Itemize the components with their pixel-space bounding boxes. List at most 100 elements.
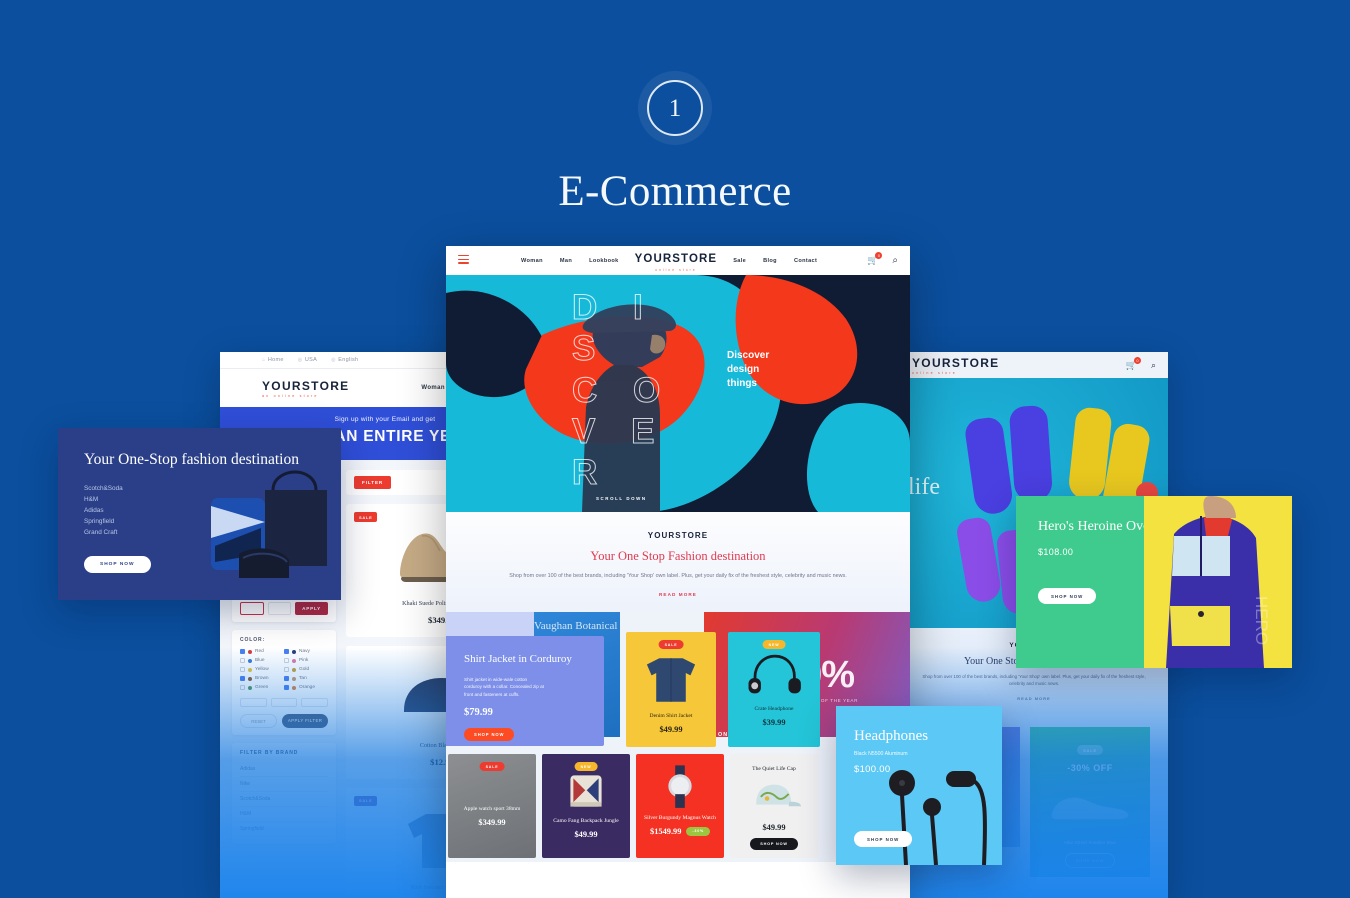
hero-nav-blog[interactable]: Blog [763, 258, 777, 264]
hero-nav-man[interactable]: Man [560, 258, 572, 264]
jacket-shop-button[interactable]: SHOP NOW [1038, 588, 1097, 605]
tile-denim-shirt-jacket[interactable]: SALE Denim Shirt Jacket $49.99 [626, 632, 716, 748]
cart-count-badge: 0 [1133, 356, 1141, 364]
color-option-tan[interactable]: Tan [284, 676, 328, 681]
color-checkbox[interactable] [284, 649, 289, 654]
shop-logo[interactable]: YOURSTORE an online store [262, 379, 350, 398]
hero-nav-lookbook[interactable]: Lookbook [589, 258, 619, 264]
brand-option-hm[interactable]: H&M [240, 807, 328, 822]
color-checkbox[interactable] [284, 658, 289, 663]
tile-price: $1549.99 [650, 826, 682, 836]
search-icon[interactable]: ⌕ [1151, 360, 1156, 371]
brand-option-adidas[interactable]: Adidas [240, 762, 328, 777]
color-checkbox[interactable] [284, 685, 289, 690]
about-readmore-link[interactable]: READ MORE [508, 592, 848, 597]
tile-magnus-watch[interactable]: Silver Burgundy Magnus Watch $1549.99 -3… [636, 754, 724, 859]
scroll-down-label[interactable]: SCROLL DOWN [596, 496, 647, 501]
color-option-red[interactable]: Red [240, 649, 284, 654]
onestop-shop-button[interactable]: SHOP NOW [84, 555, 151, 573]
price-min-input[interactable] [240, 602, 264, 615]
brand-option-springfield[interactable]: Springfield [240, 822, 328, 837]
color-label: Red [255, 649, 264, 654]
price-apply-button[interactable]: APPLY [295, 602, 328, 615]
color-swatch [292, 649, 296, 654]
feature-card-body: Shirt jacket in wide-wale cotton corduro… [464, 676, 544, 697]
color-option-brown[interactable]: Brown [240, 676, 284, 681]
color-checkbox[interactable] [240, 685, 245, 690]
reset-filter-button[interactable]: RESET [240, 714, 278, 728]
color-swatch [248, 649, 252, 654]
color-option-orange[interactable]: Orange [284, 685, 328, 690]
shop-nav-woman[interactable]: Woman [421, 385, 445, 391]
hero-navbar: Woman Man Lookbook YOURSTORE online stor… [446, 246, 910, 275]
sale-shop-button[interactable]: SHOP NOW [1064, 852, 1116, 868]
sneaker-about-readmore[interactable]: READ MORE [914, 696, 1154, 701]
brand-option-nike[interactable]: Nike [240, 777, 328, 792]
color-option-navy[interactable]: Navy [284, 649, 328, 654]
apply-filter-button[interactable]: APPLY FILTER [282, 714, 328, 728]
color-option-gold[interactable]: Gold [284, 667, 328, 672]
sneaker-logo[interactable]: YOURSTORE online store [912, 356, 1000, 375]
svg-text:HERO: HERO [1252, 596, 1271, 645]
price-max-input[interactable] [267, 602, 292, 615]
color-option-yellow[interactable]: Yellow [240, 667, 284, 672]
cart-count-badge: 0 [875, 252, 883, 259]
card-hero-heroine-jacket[interactable]: Hero's Heroine Overhead Jacket With Hood… [1016, 496, 1292, 668]
size-pill[interactable] [301, 698, 329, 707]
tile-shop-button[interactable]: SHOP NOW [750, 838, 798, 851]
headphones-shop-button[interactable]: SHOP NOW [854, 831, 913, 847]
tile-name: Camo Fang Backpack Jungle [553, 818, 619, 825]
filter-button[interactable]: FILTER [354, 476, 392, 489]
tile-quiet-life-cap[interactable]: The Quiet Life Cap $49.99 SHOP NOW [730, 754, 818, 859]
hero-caption: Discover design things [727, 349, 769, 392]
color-option-green[interactable]: Green [240, 685, 284, 690]
tile-badge: SALE [479, 762, 505, 772]
size-pill[interactable] [270, 698, 298, 707]
cart-icon[interactable]: 🛒 0 [867, 252, 883, 266]
sale-card-discount[interactable]: SALE -30% OFF Nike Street Sneaker Blue S… [1030, 726, 1150, 877]
search-icon[interactable]: ⌕ [892, 255, 898, 266]
color-checkbox[interactable] [284, 676, 289, 681]
about-brand: YOURSTORE [647, 531, 709, 540]
brand-option-scotchsoda[interactable]: Scotch&Soda [240, 792, 328, 807]
card-headphones[interactable]: Headphones Black N5500 Aluminum $100.00 … [836, 706, 1002, 865]
tile-crate-headphone[interactable]: NEW Crate Headphone $39.99 [728, 632, 820, 748]
discover-line-2: C O [572, 370, 674, 410]
tile-camo-backpack[interactable]: NEW Camo Fang Backpack Jungle $49.99 [542, 754, 630, 859]
feature-card-shop-button[interactable]: SHOP NOW [464, 728, 515, 742]
tile-apple-watch[interactable]: SALE Apple watch sport 38mm $349.99 [448, 754, 536, 859]
color-checkbox[interactable] [240, 658, 245, 663]
cap-image [756, 784, 801, 807]
feature-card-shirt-jacket[interactable]: Shirt Jacket in Corduroy Shirt jacket in… [446, 636, 604, 747]
color-checkbox[interactable] [240, 649, 245, 654]
cart-icon[interactable]: 🛒 0 [1126, 356, 1141, 371]
sale-product-name: Nike Street Sneaker Blue [1064, 839, 1116, 845]
color-option-blue[interactable]: Blue [240, 658, 284, 663]
topbar-item-country[interactable]: ◎ USA [298, 357, 317, 363]
color-option-pink[interactable]: Pink [284, 658, 328, 663]
tile-price: $49.99 [659, 725, 683, 735]
tile-badge: -30% [686, 826, 710, 836]
screenshot-collage: ⌂ Home ◎ USA ◎ English YOURSTORE an online … [0, 0, 1350, 898]
hero-banner[interactable]: D I S C O V E R Discover design things S… [446, 275, 910, 512]
brand-list[interactable]: Adidas Nike Scotch&Soda H&M Springfield [240, 762, 328, 837]
color-options[interactable]: Red Navy Blue Pink Yellow Gold Brown Tan Green Or… [240, 649, 328, 694]
color-checkbox[interactable] [240, 676, 245, 681]
tile-badge: SALE [658, 640, 684, 650]
hamburger-icon[interactable] [458, 254, 469, 267]
topbar-item-home[interactable]: ⌂ Home [262, 357, 284, 363]
hero-nav-contact[interactable]: Contact [794, 258, 817, 264]
watch-image [668, 765, 692, 809]
hero-nav-right: Sale Blog Contact [733, 258, 817, 264]
size-pill[interactable] [240, 698, 267, 707]
card-one-stop-destination[interactable]: Your One-Stop fashion destination Scotch… [58, 428, 341, 600]
color-checkbox[interactable] [240, 667, 245, 672]
tile-badge: NEW [574, 762, 598, 772]
color-checkbox[interactable] [284, 667, 289, 672]
topbar-item-language[interactable]: ◎ English [331, 357, 358, 363]
tile-price: $39.99 [762, 717, 786, 727]
hero-logo[interactable]: YOURSTORE online store [619, 249, 734, 272]
hero-nav-woman[interactable]: Woman [521, 258, 543, 264]
hero-nav-sale[interactable]: Sale [733, 258, 746, 264]
jacket-photo: HERO [1144, 496, 1292, 668]
